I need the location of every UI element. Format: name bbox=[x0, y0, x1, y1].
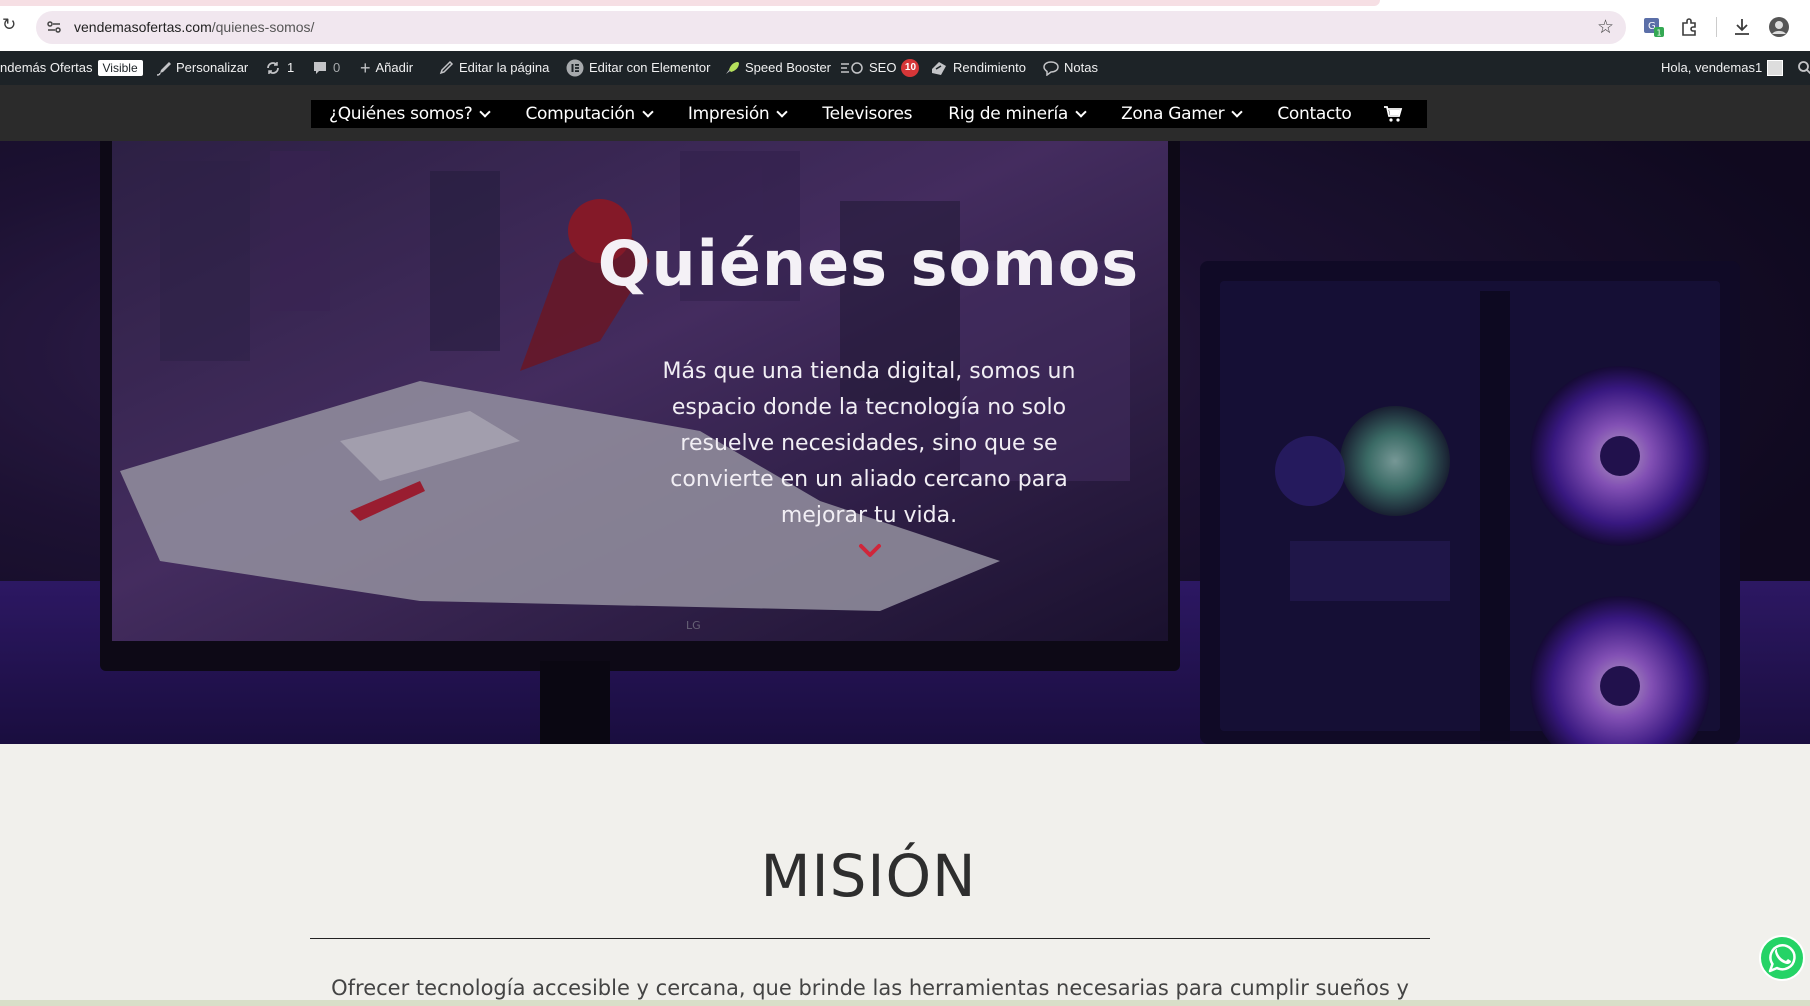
admin-notes-label: Notas bbox=[1064, 60, 1098, 75]
nav-item-contacto[interactable]: Contacto bbox=[1259, 100, 1369, 128]
updates-count: 1 bbox=[287, 60, 295, 75]
admin-customize[interactable]: Personalizar bbox=[155, 51, 248, 85]
nav-item-quienes-somos[interactable]: ¿Quiénes somos? bbox=[311, 100, 507, 128]
admin-my-account[interactable]: Hola, vendemas1 bbox=[1661, 51, 1784, 85]
admin-seo[interactable]: SEO 10 bbox=[840, 51, 920, 85]
site-settings-icon[interactable] bbox=[46, 19, 62, 35]
admin-speed-booster[interactable]: Speed Booster bbox=[724, 51, 831, 85]
mission-section: MISIÓN Ofrecer tecnología accesible y ce… bbox=[0, 744, 1810, 1006]
mission-title: MISIÓN bbox=[760, 842, 977, 910]
plus-icon: + bbox=[360, 58, 371, 78]
reload-icon[interactable]: ↻ bbox=[2, 15, 22, 35]
chevron-down-icon bbox=[1231, 105, 1243, 118]
admin-site-name-label: ndemás Ofertas bbox=[0, 60, 93, 75]
admin-add-new[interactable]: + Añadir bbox=[360, 51, 413, 85]
nav-item-label: Televisores bbox=[822, 104, 913, 124]
translate-extension-icon[interactable]: G 1 bbox=[1643, 16, 1665, 38]
admin-speed-booster-label: Speed Booster bbox=[745, 60, 832, 75]
user-avatar bbox=[1767, 60, 1784, 76]
nav-item-label: Contacto bbox=[1277, 104, 1352, 124]
wp-admin-bar: ndemás Ofertas Visible Personalizar 1 0 … bbox=[0, 51, 1810, 85]
browser-toolbar: ↻ vendemasofertas.com/quienes-somos/ ☆ G… bbox=[0, 0, 1810, 51]
rocket-icon bbox=[726, 62, 739, 74]
admin-edit-page-label: Editar la página bbox=[459, 60, 550, 75]
cart-icon[interactable] bbox=[1383, 104, 1403, 124]
admin-performance-label: Rendimiento bbox=[953, 60, 1026, 75]
admin-site-name[interactable]: ndemás Ofertas Visible bbox=[0, 51, 143, 85]
url-text[interactable]: vendemasofertas.com/quienes-somos/ bbox=[74, 19, 314, 35]
admin-add-new-label: Añadir bbox=[375, 60, 414, 75]
updates-icon bbox=[267, 62, 279, 74]
site-header: ¿Quiénes somos? Computación Impresión Te… bbox=[0, 85, 1810, 141]
nav-item-label: Impresión bbox=[687, 104, 770, 124]
admin-seo-label: SEO bbox=[869, 60, 897, 75]
admin-edit-elementor-label: Editar con Elementor bbox=[589, 60, 711, 75]
nav-item-computacion[interactable]: Computación bbox=[507, 100, 669, 128]
comment-icon bbox=[314, 62, 326, 74]
profile-avatar-icon[interactable] bbox=[1768, 16, 1790, 38]
admin-customize-label: Personalizar bbox=[176, 60, 249, 75]
pencil-icon bbox=[439, 60, 454, 75]
hero-title: Quiénes somos bbox=[597, 227, 1140, 300]
visible-badge: Visible bbox=[97, 60, 143, 76]
nav-item-impresion[interactable]: Impresión bbox=[670, 100, 805, 128]
admin-performance[interactable]: Rendimiento bbox=[930, 51, 1026, 85]
nav-item-rig-de-mineria[interactable]: Rig de minería bbox=[930, 100, 1103, 128]
notes-bubble-icon bbox=[1043, 61, 1059, 76]
chevron-down-icon bbox=[1075, 105, 1087, 118]
admin-edit-page[interactable]: Editar la página bbox=[438, 51, 549, 85]
extension-badge: 1 bbox=[1657, 29, 1662, 38]
brush-icon bbox=[156, 62, 171, 76]
url-domain: vendemasofertas.com bbox=[74, 19, 212, 35]
whatsapp-icon[interactable] bbox=[1758, 934, 1806, 982]
seo-count-badge: 10 bbox=[901, 59, 920, 77]
nav-item-label: Computación bbox=[525, 104, 635, 124]
admin-updates[interactable]: 1 bbox=[264, 51, 294, 85]
chevron-down-icon bbox=[479, 105, 492, 118]
admin-search[interactable] bbox=[1797, 51, 1810, 85]
seo-icon bbox=[841, 62, 863, 74]
admin-edit-elementor[interactable]: Editar con Elementor bbox=[566, 51, 710, 85]
mission-text: Ofrecer tecnología accesible y cercana, … bbox=[331, 976, 1409, 1000]
comments-count: 0 bbox=[333, 60, 341, 75]
divider bbox=[310, 938, 1430, 939]
toolbar-divider bbox=[1716, 17, 1717, 37]
admin-notes[interactable]: Notas bbox=[1043, 51, 1098, 85]
nav-item-televisores[interactable]: Televisores bbox=[804, 100, 930, 128]
nav-item-label: Rig de minería bbox=[948, 104, 1069, 124]
hero-description: Más que una tienda digital, somos un esp… bbox=[662, 359, 1076, 528]
chevron-down-icon bbox=[642, 105, 654, 118]
chevron-down-icon[interactable] bbox=[858, 541, 882, 561]
bookmark-star-icon[interactable]: ☆ bbox=[1597, 16, 1614, 38]
tab-strip bbox=[0, 0, 1380, 6]
performance-icon bbox=[932, 62, 946, 75]
download-icon[interactable] bbox=[1731, 16, 1753, 38]
elementor-icon bbox=[566, 59, 584, 77]
address-bar[interactable]: vendemasofertas.com/quienes-somos/ ☆ bbox=[36, 11, 1626, 44]
url-path: /quienes-somos/ bbox=[211, 19, 315, 35]
nav-item-label: Zona Gamer bbox=[1121, 104, 1225, 124]
extensions-puzzle-icon[interactable] bbox=[1679, 16, 1701, 38]
search-icon bbox=[1798, 61, 1810, 75]
admin-comments[interactable]: 0 bbox=[312, 51, 340, 85]
nav-item-label: ¿Quiénes somos? bbox=[329, 104, 473, 124]
bottom-strip bbox=[0, 1000, 1810, 1006]
hero-section: LG Quiénes somos Más que una tienda digi… bbox=[0, 141, 1810, 744]
main-navigation: ¿Quiénes somos? Computación Impresión Te… bbox=[311, 100, 1427, 128]
chevron-down-icon bbox=[776, 105, 789, 118]
admin-greeting: Hola, vendemas1 bbox=[1661, 60, 1763, 75]
nav-item-zona-gamer[interactable]: Zona Gamer bbox=[1103, 100, 1259, 128]
